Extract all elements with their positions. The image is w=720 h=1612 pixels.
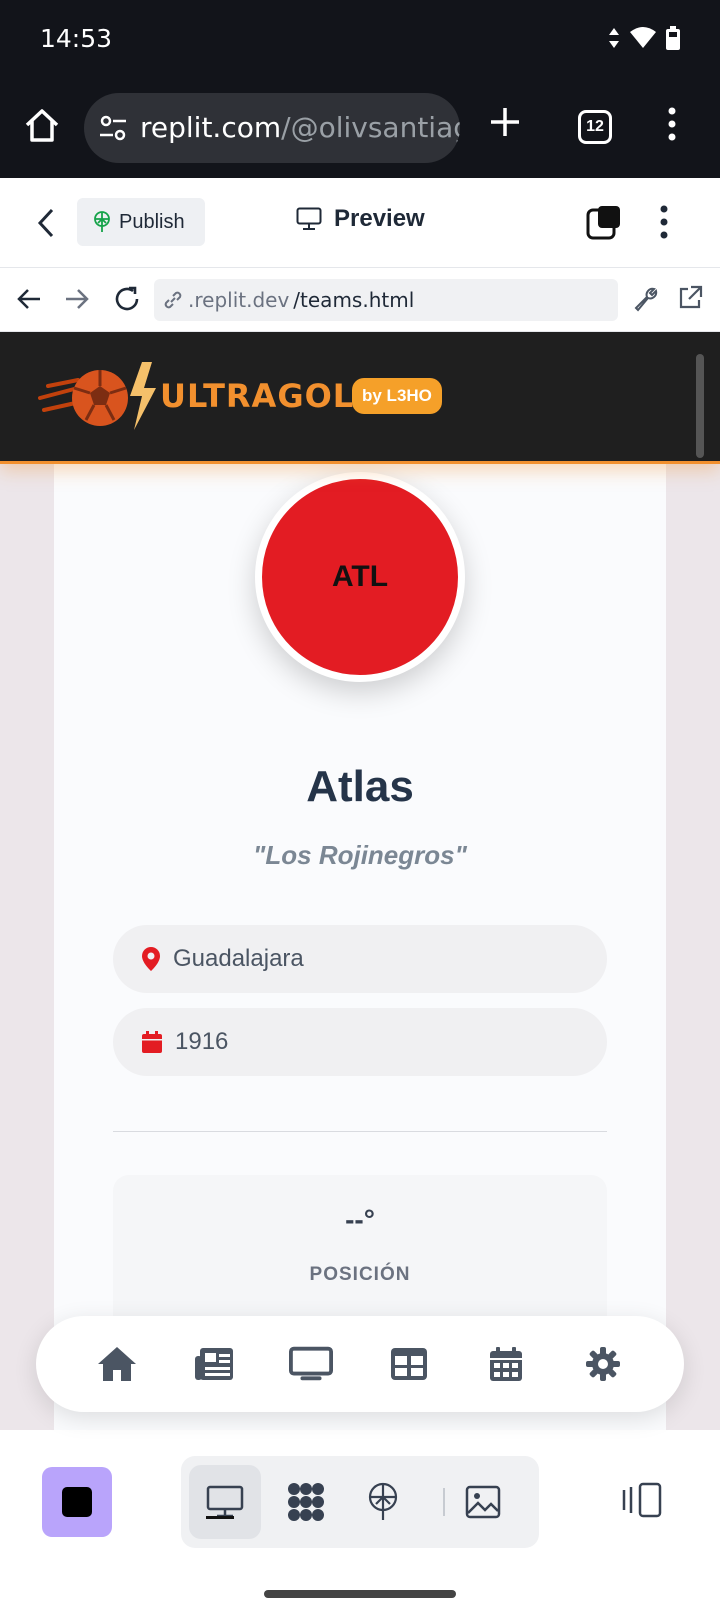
address-host: .replit.dev (188, 288, 290, 312)
replit-header: Publish Preview (0, 178, 720, 268)
home-indicator (264, 1590, 456, 1598)
divider (113, 1131, 607, 1132)
agent-icon (288, 1483, 324, 1521)
site-header: ULTRAGOL by L3HO (0, 332, 720, 464)
wrench-icon[interactable] (632, 284, 660, 312)
view-switcher (181, 1456, 539, 1548)
by-badge: by L3HO (352, 378, 442, 414)
position-stat-card (113, 1175, 607, 1335)
battery-icon (666, 26, 680, 50)
status-icons (608, 26, 680, 50)
floating-nav (36, 1316, 684, 1412)
team-founded-pill: 1916 (113, 1008, 607, 1076)
nav-settings[interactable] (581, 1342, 625, 1386)
nav-standings[interactable] (387, 1342, 431, 1386)
deploy-view-button[interactable] (347, 1465, 419, 1539)
team-city-pill: Guadalajara (113, 925, 607, 993)
url-host: replit.com (140, 111, 282, 144)
stop-icon (62, 1487, 92, 1517)
wifi-icon (630, 27, 656, 48)
table-icon (390, 1348, 427, 1380)
preview-label: Preview (334, 205, 425, 232)
status-bar: 14:53 (0, 0, 720, 80)
agent-view-button[interactable] (269, 1465, 341, 1539)
browser-menu-icon[interactable] (668, 106, 676, 142)
scrollbar[interactable] (696, 354, 704, 458)
stop-button[interactable] (42, 1467, 112, 1537)
team-badge: ATL (255, 472, 465, 682)
replit-bottom-toolbar (0, 1430, 720, 1612)
publish-label: Publish (119, 210, 185, 233)
monitor-icon (206, 1485, 244, 1518)
monitor-icon (296, 207, 322, 230)
side-panel-icon[interactable] (620, 1482, 664, 1518)
calendar-icon (142, 1031, 162, 1053)
nav-live[interactable] (289, 1342, 334, 1386)
status-time: 14:53 (40, 24, 113, 53)
preview-url-field[interactable]: .replit.dev/teams.html (154, 279, 618, 321)
windows-icon[interactable] (586, 204, 622, 240)
site-settings-icon[interactable] (98, 113, 128, 143)
ultragol-logo[interactable]: ULTRAGOL (38, 358, 354, 434)
settings-icon (586, 1347, 621, 1381)
arrow-left-icon[interactable] (16, 286, 42, 312)
reload-icon[interactable] (112, 284, 142, 314)
calendar-icon (489, 1347, 522, 1381)
preview-tab[interactable]: Preview (296, 205, 425, 233)
team-abbr: ATL (331, 560, 389, 593)
team-founded: 1916 (175, 1028, 229, 1055)
back-chevron-icon[interactable] (36, 206, 56, 240)
logo-text: ULTRAGOL (160, 377, 355, 415)
image-icon (465, 1485, 501, 1519)
url-text: replit.com/@olivsantiago (140, 111, 460, 144)
tab-switcher-button[interactable]: 12 (578, 110, 612, 144)
position-value: --° (345, 1204, 375, 1235)
arrow-right-icon[interactable] (64, 286, 90, 312)
tv-icon (289, 1346, 334, 1381)
divider (443, 1488, 445, 1516)
link-icon (164, 291, 182, 309)
home-icon[interactable] (22, 106, 62, 146)
location-pin-icon (142, 947, 160, 971)
team-name: Atlas (306, 762, 414, 811)
position-label: POSICIÓN (309, 1264, 411, 1285)
open-external-icon[interactable] (676, 284, 704, 312)
tab-count: 12 (586, 118, 604, 135)
address-path: /teams.html (293, 288, 415, 312)
home-icon (97, 1347, 136, 1381)
active-tab-indicator (206, 1516, 234, 1519)
data-transfer-icon (609, 28, 619, 48)
publish-icon (368, 1482, 398, 1520)
team-city: Guadalajara (173, 945, 304, 972)
url-bar[interactable]: replit.com/@olivsantiago (84, 93, 460, 163)
soccer-ball-logo-icon (38, 362, 156, 430)
url-path: /@olivsantiago (281, 111, 460, 144)
browser-toolbar: replit.com/@olivsantiago 12 (0, 80, 720, 178)
newspaper-icon (194, 1348, 233, 1380)
nav-news[interactable] (192, 1342, 236, 1386)
nav-home[interactable] (95, 1342, 139, 1386)
new-tab-icon[interactable] (487, 104, 523, 140)
preview-address-row: .replit.dev/teams.html (0, 268, 720, 332)
nav-calendar[interactable] (484, 1342, 528, 1386)
replit-menu-icon[interactable] (660, 204, 668, 240)
publish-button[interactable]: Publish (77, 198, 205, 246)
preview-view-button[interactable] (189, 1465, 261, 1539)
publish-icon (94, 211, 110, 232)
image-view-button[interactable] (447, 1465, 519, 1539)
team-nickname: "Los Rojinegros" (253, 840, 467, 870)
